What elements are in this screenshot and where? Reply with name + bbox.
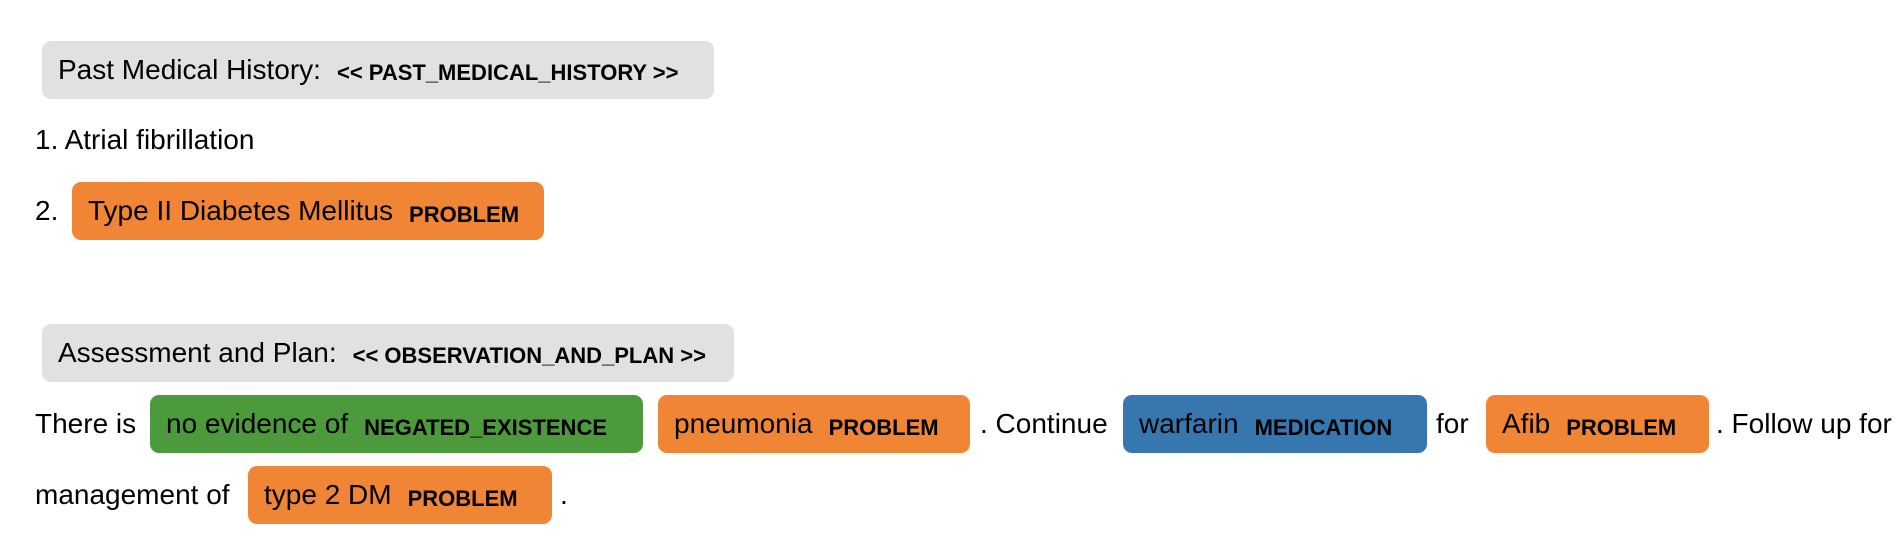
entity-label: PROBLEM xyxy=(1566,415,1677,440)
plan-text: . xyxy=(560,479,568,510)
history-item-1: 1. Atrial fibrillation xyxy=(35,124,255,155)
entity-label: MEDICATION xyxy=(1254,415,1393,440)
section-header-past-medical-history: Past Medical History: << PAST_MEDICAL_HI… xyxy=(42,41,714,99)
entity-text: pneumonia xyxy=(674,408,813,439)
entity-text: warfarin xyxy=(1139,408,1239,439)
section-tag: << PAST_MEDICAL_HISTORY >> xyxy=(336,60,679,85)
entity-problem[interactable]: Afib PROBLEM xyxy=(1486,395,1709,453)
plan-text: for xyxy=(1436,408,1469,439)
plan-text: management of xyxy=(35,479,230,510)
entity-medication[interactable]: warfarin MEDICATION xyxy=(1123,395,1427,453)
section-title: Past Medical History: xyxy=(58,54,321,85)
plan-text: . Follow up for xyxy=(1716,408,1892,439)
entity-text: type 2 DM xyxy=(264,479,392,510)
entity-problem[interactable]: pneumonia PROBLEM xyxy=(658,395,970,453)
section-tag: << OBSERVATION_AND_PLAN >> xyxy=(352,343,706,368)
entity-label: PROBLEM xyxy=(828,415,939,440)
plan-text: There is xyxy=(35,408,137,439)
section-title: Assessment and Plan: xyxy=(58,337,337,368)
entity-negated-existence[interactable]: no evidence of NEGATED_EXISTENCE xyxy=(150,395,643,453)
entity-problem[interactable]: type 2 DM PROBLEM xyxy=(248,466,552,524)
entity-text: Type II Diabetes Mellitus xyxy=(88,195,394,226)
section-header-assessment-and-plan: Assessment and Plan: << OBSERVATION_AND_… xyxy=(42,324,734,382)
entity-text: Afib xyxy=(1502,408,1551,439)
entity-label: PROBLEM xyxy=(407,486,518,511)
entity-label: NEGATED_EXISTENCE xyxy=(364,415,607,440)
entity-text: no evidence of xyxy=(166,408,349,439)
entity-label: PROBLEM xyxy=(409,202,520,227)
entity-problem[interactable]: Type II Diabetes Mellitus PROBLEM xyxy=(72,182,544,240)
history-item-2-number: 2. xyxy=(35,195,59,226)
plan-text: . Continue xyxy=(980,408,1108,439)
